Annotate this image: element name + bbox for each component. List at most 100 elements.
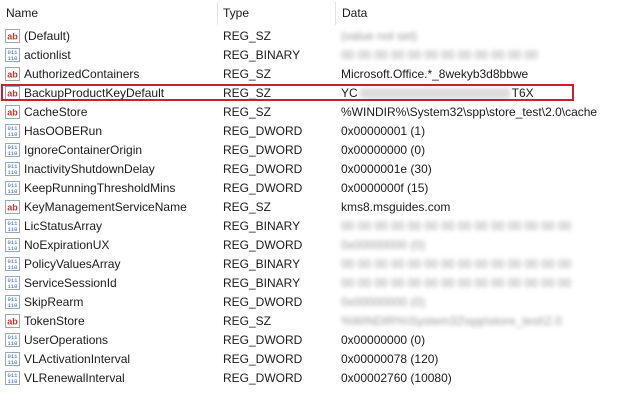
value-type: REG_BINARY [223,219,301,233]
svg-text:110: 110 [8,169,18,176]
value-type: REG_DWORD [223,124,303,138]
column-divider[interactable] [217,2,218,25]
registry-value-list: ab (Default) REG_SZ (value not set) 011 110 ac… [0,27,640,388]
value-name: SkipRearm [24,295,84,309]
value-type: REG_DWORD [223,162,303,176]
registry-value-row[interactable]: 011 110 VLActivationInterval REG_DWORD 0x000… [0,350,640,369]
binary-value-icon: 011 110 [5,295,20,309]
registry-value-row[interactable]: 011 110 VLRenewalInterval REG_DWORD 0x000027… [0,369,640,388]
svg-text:110: 110 [8,264,18,271]
registry-value-row[interactable]: 011 110 LicStatusArray REG_BINARY 00 00 00 0… [0,217,640,236]
binary-value-icon: 011 110 [5,238,20,252]
value-type: REG_DWORD [223,333,303,347]
binary-value-icon: 011 110 [5,371,20,385]
registry-value-row[interactable]: 011 110 IgnoreContainerOrigin REG_DWORD 0x00… [0,141,640,160]
svg-text:ab: ab [7,203,18,213]
string-value-icon: ab [5,200,20,214]
svg-text:110: 110 [8,150,18,157]
registry-value-row[interactable]: 011 110 KeepRunningThresholdMins REG_DWORD 0… [0,179,640,198]
registry-value-row[interactable]: 011 110 SkipRearm REG_DWORD 0x00000000 (0) [0,293,640,312]
value-data: 0x00000000 (0) [341,238,426,252]
svg-text:110: 110 [8,188,18,195]
column-divider[interactable] [335,2,336,25]
svg-text:ab: ab [7,108,18,118]
value-name: CacheStore [24,105,88,119]
value-name: InactivityShutdownDelay [24,162,155,176]
value-data: %WINDIR%\System32\spp\store_test\2.0\cac… [341,105,598,119]
registry-value-row[interactable]: ab CacheStore REG_SZ %WINDIR%\System32\spp\… [0,103,640,122]
value-name: VLActivationInterval [24,352,131,366]
binary-value-icon: 011 110 [5,181,20,195]
svg-text:110: 110 [8,283,18,290]
value-data: Microsoft.Office.*_8wekyb3d8bbwe [341,67,529,81]
value-type: REG_DWORD [223,143,303,157]
registry-value-row[interactable]: 011 110 NoExpirationUX REG_DWORD 0x00000000 … [0,236,640,255]
value-name: TokenStore [24,314,85,328]
registry-value-row[interactable]: 011 110 UserOperations REG_DWORD 0x00000000 … [0,331,640,350]
value-name: actionlist [24,48,71,62]
value-name: IgnoreContainerOrigin [24,143,143,157]
registry-value-row[interactable]: 011 110 HasOOBERun REG_DWORD 0x00000001 (1) [0,122,640,141]
value-data: 00 00 00 00 00 00 00 00 00 00 00 00 00 0… [341,219,572,233]
column-header-name[interactable]: Name [6,0,38,27]
value-name: NoExpirationUX [24,238,110,252]
svg-text:ab: ab [7,32,18,42]
value-data: 0x0000000f (15) [341,181,429,195]
registry-value-row[interactable]: ab AuthorizedContainers REG_SZ Microsoft.Of… [0,65,640,84]
value-data: 0x00000078 (120) [341,352,439,366]
registry-value-row[interactable]: 011 110 PolicyValuesArray REG_BINARY 00 00 0… [0,255,640,274]
value-type: REG_SZ [223,314,272,328]
registry-value-row[interactable]: 011 110 actionlist REG_BINARY 00 00 00 00 00… [0,46,640,65]
value-name: (Default) [24,29,71,43]
value-type: REG_DWORD [223,371,303,385]
string-value-icon: ab [5,67,20,81]
value-type: REG_BINARY [223,48,301,62]
binary-value-icon: 011 110 [5,162,20,176]
value-name: KeyManagementServiceName [24,200,187,214]
registry-value-row[interactable]: 011 110 InactivityShutdownDelay REG_DWORD 0x… [0,160,640,179]
value-type: REG_BINARY [223,276,301,290]
svg-text:ab: ab [7,70,18,80]
value-name: LicStatusArray [24,219,103,233]
value-data: 00 00 00 00 00 00 00 00 00 00 00 00 00 0… [341,257,572,271]
value-data: 0x00000000 (0) [341,295,426,309]
string-value-icon: ab [5,29,20,43]
svg-text:110: 110 [8,378,18,385]
registry-value-row[interactable]: 011 110 ServiceSessionId REG_BINARY 00 00 00… [0,274,640,293]
registry-value-row[interactable]: ab (Default) REG_SZ (value not set) [0,27,640,46]
binary-value-icon: 011 110 [5,48,20,62]
value-type: REG_DWORD [223,295,303,309]
svg-text:110: 110 [8,359,18,366]
value-data: 00 00 00 00 00 00 00 00 00 00 00 00 00 0… [341,276,572,290]
svg-text:110: 110 [8,55,18,62]
svg-text:110: 110 [8,340,18,347]
svg-text:110: 110 [8,245,18,252]
value-name: AuthorizedContainers [24,67,140,81]
value-name: KeepRunningThresholdMins [24,181,176,195]
value-type: REG_DWORD [223,238,303,252]
value-data: %WINDIR%\System32\spp\store_test\2.0 [341,314,562,328]
binary-value-icon: 011 110 [5,257,20,271]
column-header-data[interactable]: Data [342,0,367,27]
binary-value-icon: 011 110 [5,143,20,157]
svg-text:110: 110 [8,302,18,309]
value-name: ServiceSessionId [24,276,117,290]
value-type: REG_BINARY [223,257,301,271]
value-type: REG_DWORD [223,352,303,366]
binary-value-icon: 011 110 [5,333,20,347]
registry-value-row[interactable]: ab KeyManagementServiceName REG_SZ kms8.msg… [0,198,640,217]
value-data: 0x00000000 (0) [341,333,426,347]
value-type: REG_SZ [223,29,272,43]
value-data: 0x00000001 (1) [341,124,426,138]
value-name: HasOOBERun [24,124,103,138]
svg-text:ab: ab [7,317,18,327]
value-type: REG_SZ [223,67,272,81]
highlight-box [1,84,574,101]
value-type: REG_SZ [223,105,272,119]
value-data: 0x0000001e (30) [341,162,432,176]
value-name: VLRenewalInterval [24,371,125,385]
registry-value-row[interactable]: ab TokenStore REG_SZ %WINDIR%\System32\spp\… [0,312,640,331]
value-data: 00 00 00 00 00 00 00 00 00 00 00 00 [341,48,538,62]
column-header-type[interactable]: Type [223,0,249,27]
value-type: REG_SZ [223,200,272,214]
